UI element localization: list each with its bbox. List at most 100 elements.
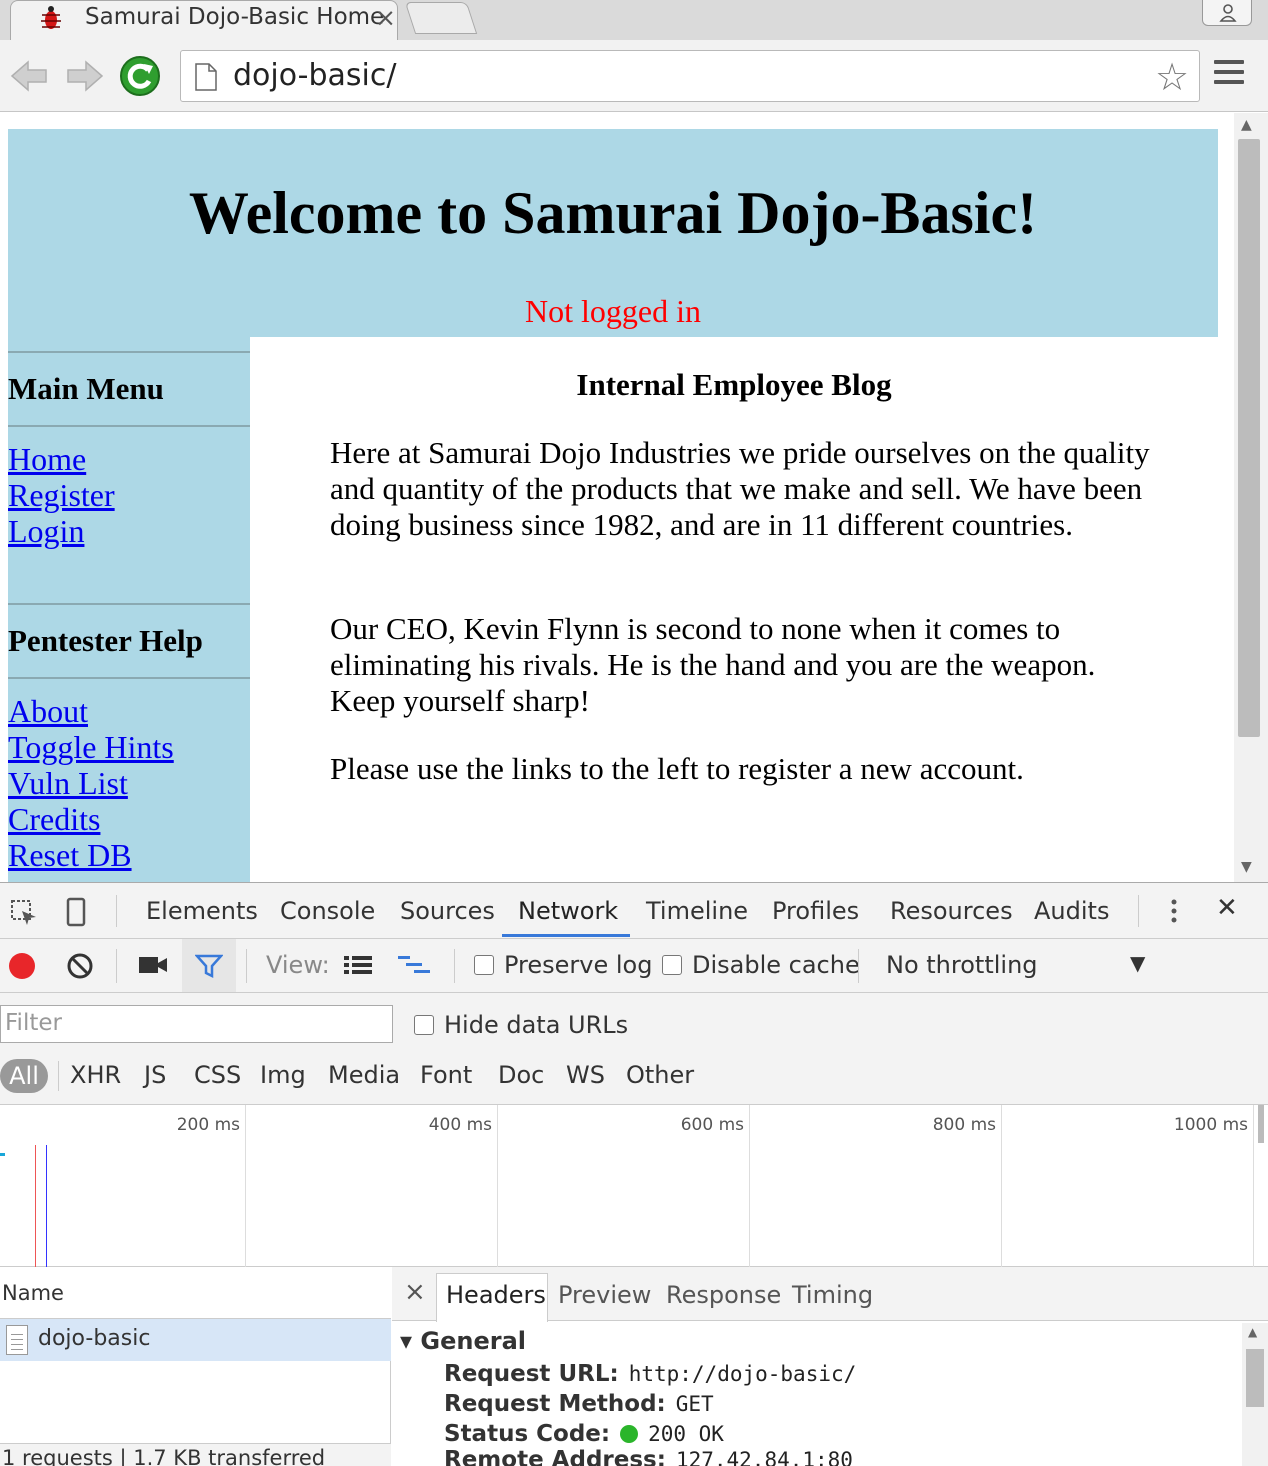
divider [8,603,250,605]
tab-profiles[interactable]: Profiles [772,897,859,925]
forward-arrow-icon[interactable] [62,54,106,98]
tab-elements[interactable]: Elements [146,897,258,925]
throttling-select[interactable]: No throttling ▼ [876,939,1156,992]
nav-link-home[interactable]: Home [8,441,86,478]
details-tabbar: × Headers Preview Response Timing [392,1267,1268,1322]
nav-link-toggle-hints[interactable]: Toggle Hints [8,729,174,766]
grid-line [1253,1105,1254,1267]
type-filter-all[interactable]: All [0,1059,48,1093]
tick-label: 600 ms [680,1115,744,1135]
type-filter-img[interactable]: Img [260,1061,306,1089]
nav-link-login[interactable]: Login [8,513,84,550]
type-filter-ws[interactable]: WS [566,1061,605,1089]
status-code-label: Status Code: [444,1421,611,1447]
type-filter-js[interactable]: JS [144,1061,166,1089]
scroll-up-icon[interactable]: ▲ [1248,1325,1257,1339]
request-bar [0,1153,5,1156]
profile-button[interactable] [1202,0,1252,26]
waterfall-icon[interactable] [396,953,432,977]
preserve-log-checkbox[interactable] [474,955,494,975]
overview-handle[interactable] [1258,1105,1264,1143]
hamburger-menu-icon[interactable] [1214,60,1244,90]
remote-address-row: Remote Address: 127.42.84.1:80 [444,1447,853,1466]
blog-paragraph: Here at Samurai Dojo Industries we pride… [330,435,1150,542]
type-filter-css[interactable]: CSS [194,1061,241,1089]
browser-tab[interactable]: Samurai Dojo-Basic Home × [10,0,398,40]
filter-toggle[interactable] [182,939,236,992]
record-icon[interactable] [8,952,36,980]
inspect-icon[interactable] [10,899,38,927]
back-arrow-icon[interactable] [8,54,52,98]
star-icon[interactable]: ☆ [1155,55,1189,99]
scroll-down-icon[interactable]: ▼ [1241,859,1252,875]
camera-icon[interactable] [138,953,168,977]
nav-link-credits[interactable]: Credits [8,801,100,838]
tab-headers[interactable]: Headers [446,1281,546,1309]
type-filter-media[interactable]: Media [328,1061,400,1089]
bug-favicon-icon [41,6,61,29]
site-header: Welcome to Samurai Dojo-Basic! Not logge… [8,129,1218,337]
table-row[interactable]: dojo-basic [0,1319,391,1361]
tab-sources[interactable]: Sources [400,897,495,925]
tab-timing[interactable]: Timing [792,1281,873,1309]
url-text: dojo-basic/ [233,58,397,93]
nav-link-about[interactable]: About [8,693,88,730]
tab-audits[interactable]: Audits [1034,897,1109,925]
reload-icon[interactable] [118,54,162,98]
page-icon [195,63,217,91]
remote-address-value: 127.42.84.1:80 [675,1448,853,1466]
tick-label: 800 ms [932,1115,996,1135]
details-close-icon[interactable]: × [404,1277,426,1307]
page-scrollbar[interactable]: ▲ ▼ [1234,113,1268,882]
nav-link-reset-db[interactable]: Reset DB [8,837,132,874]
name-column-header[interactable]: Name [0,1267,391,1319]
type-filter-other[interactable]: Other [626,1061,694,1089]
remote-address-label: Remote Address: [444,1447,666,1466]
type-filter-xhr[interactable]: XHR [70,1061,121,1089]
filter-bar: Filter Hide data URLs [0,993,1268,1049]
device-icon[interactable] [64,897,88,927]
status-ok-icon [620,1425,639,1443]
tab-resources[interactable]: Resources [890,897,1013,925]
nav-link-register[interactable]: Register [8,477,115,514]
disable-cache-checkbox[interactable] [662,955,682,975]
hide-data-urls-checkbox[interactable] [414,1015,434,1035]
divider [58,1061,59,1091]
divider [116,949,117,983]
tab-response[interactable]: Response [666,1281,781,1309]
filter-input[interactable]: Filter [0,1005,393,1043]
list-view-icon[interactable] [342,953,374,977]
view-label: View: [266,951,330,979]
tab-network[interactable]: Network [518,897,618,925]
devtools-close-icon[interactable]: ✕ [1216,893,1238,923]
kebab-menu-icon[interactable] [1166,897,1182,925]
new-tab-button[interactable] [404,2,478,34]
scrollbar-thumb[interactable] [1246,1349,1264,1407]
tab-close-icon[interactable]: × [375,3,396,32]
type-filter-doc[interactable]: Doc [498,1061,544,1089]
devtools-tabbar: Elements Console Sources Network Timelin… [0,883,1268,939]
tab-preview[interactable]: Preview [558,1281,651,1309]
clear-icon[interactable] [66,952,94,980]
network-toolbar: View: Preserve log Disable cache No thro… [0,939,1268,993]
scrollbar-thumb[interactable] [1238,139,1260,737]
tick-label: 200 ms [176,1115,240,1135]
type-filter-font[interactable]: Font [420,1061,472,1089]
scroll-up-icon[interactable]: ▲ [1241,117,1252,133]
details-scrollbar[interactable]: ▲ [1242,1323,1268,1466]
grid-line [749,1105,750,1267]
divider [1138,895,1139,927]
address-bar[interactable]: dojo-basic/ ☆ [180,50,1200,102]
tick-label: 400 ms [428,1115,492,1135]
tab-timeline[interactable]: Timeline [646,897,748,925]
tab-console[interactable]: Console [280,897,375,925]
browser-toolbar: dojo-basic/ ☆ [0,40,1268,112]
filter-icon [195,954,223,979]
network-overview[interactable]: 200 ms 400 ms 600 ms 800 ms 1000 ms [0,1105,1268,1267]
divider [8,677,250,679]
request-name: dojo-basic [38,1326,151,1351]
general-section-toggle[interactable]: ▾ General [400,1327,526,1355]
chevron-down-icon: ▼ [1130,951,1146,975]
nav-link-vuln-list[interactable]: Vuln List [8,765,128,802]
page-viewport: Welcome to Samurai Dojo-Basic! Not logge… [0,113,1268,882]
